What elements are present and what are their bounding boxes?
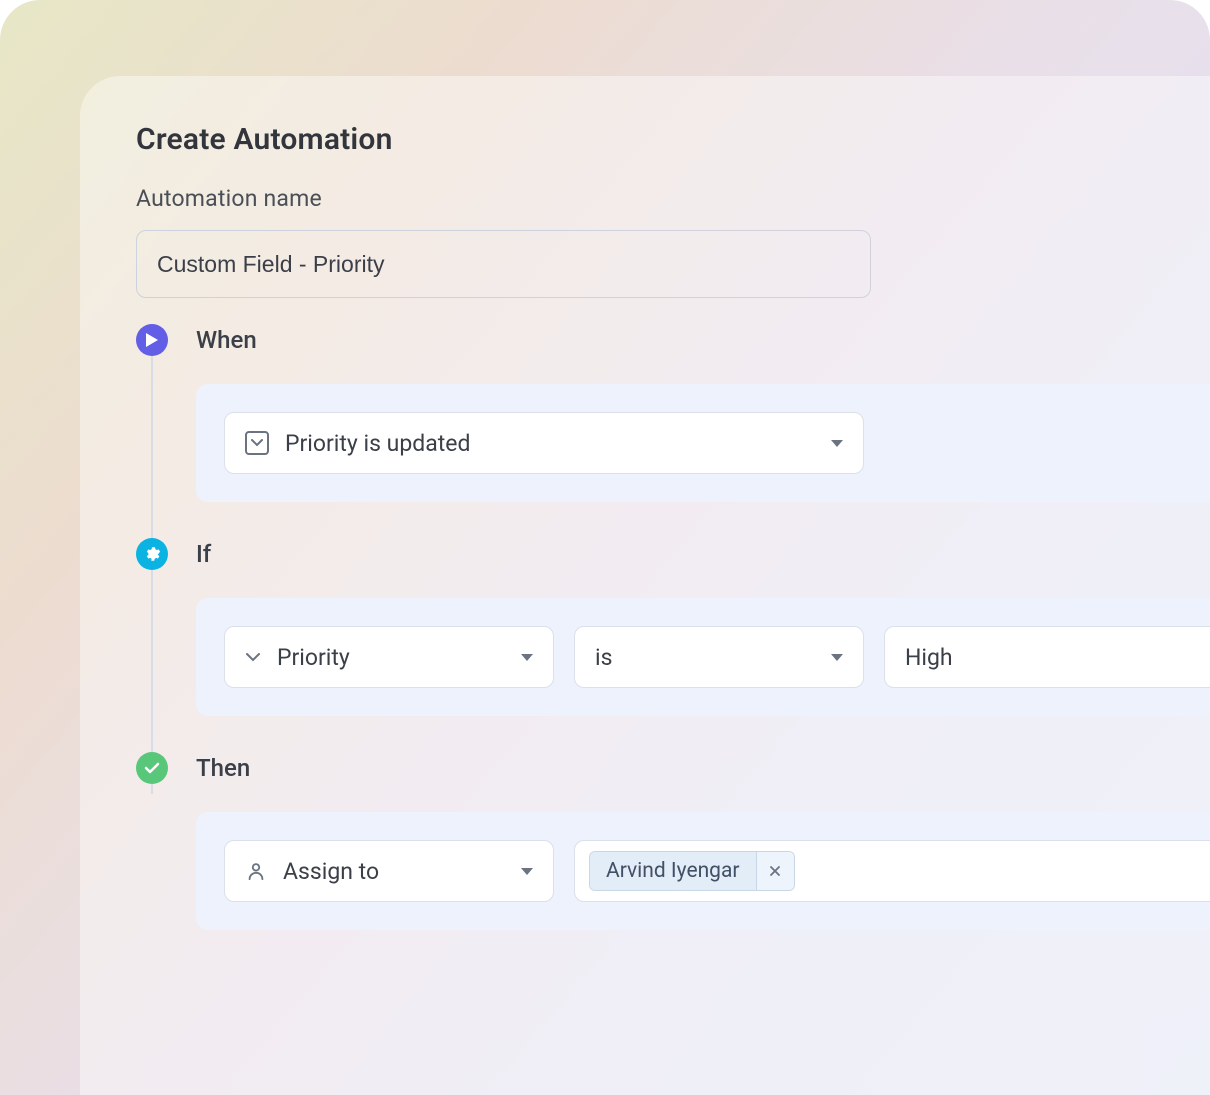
remove-chip-button[interactable] <box>756 852 794 890</box>
step-when-header: When <box>136 324 1210 356</box>
condition-field-value: Priority <box>277 644 350 671</box>
step-then-header: Then <box>136 752 1210 784</box>
flow-connector-line <box>151 354 153 794</box>
close-icon <box>769 865 781 877</box>
app-background: Create Automation Automation name When P… <box>0 0 1210 1095</box>
if-card: Priority is High <box>196 598 1210 716</box>
step-when-label: When <box>196 326 257 354</box>
play-icon <box>136 324 168 356</box>
condition-field-dropdown[interactable]: Priority <box>224 626 554 688</box>
action-value: Assign to <box>283 858 379 885</box>
chevron-down-icon <box>831 440 843 447</box>
automation-flow: When Priority is updated If <box>136 324 1210 930</box>
assignee-input[interactable]: Arvind Iyengar <box>574 840 1210 902</box>
then-card: Assign to Arvind Iyengar <box>196 812 1210 930</box>
check-circle-icon <box>136 752 168 784</box>
action-dropdown[interactable]: Assign to <box>224 840 554 902</box>
step-if-label: If <box>196 540 211 568</box>
step-then-label: Then <box>196 754 250 782</box>
chevron-down-icon <box>245 652 261 662</box>
step-if-header: If <box>136 538 1210 570</box>
automation-name-label: Automation name <box>136 185 1210 212</box>
automation-panel: Create Automation Automation name When P… <box>80 76 1210 1095</box>
trigger-value: Priority is updated <box>285 430 470 457</box>
automation-name-input[interactable] <box>136 230 871 298</box>
trigger-dropdown[interactable]: Priority is updated <box>224 412 864 474</box>
gear-icon <box>136 538 168 570</box>
assignee-chip: Arvind Iyengar <box>589 851 795 891</box>
condition-operator-dropdown[interactable]: is <box>574 626 864 688</box>
chevron-down-icon <box>521 654 533 661</box>
condition-value-text: High <box>905 644 953 671</box>
person-icon <box>245 860 267 882</box>
chevron-down-icon <box>521 868 533 875</box>
condition-value-input[interactable]: High <box>884 626 1210 688</box>
chevron-down-icon <box>831 654 843 661</box>
custom-field-icon <box>245 431 269 455</box>
when-card: Priority is updated <box>196 384 1210 502</box>
assignee-chip-label: Arvind Iyengar <box>590 852 756 890</box>
condition-operator-value: is <box>595 644 612 671</box>
page-title: Create Automation <box>136 122 1210 157</box>
